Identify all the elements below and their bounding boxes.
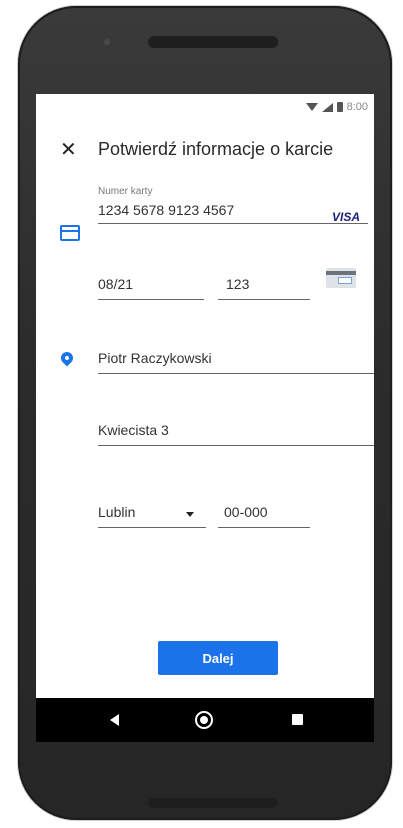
- name-underline: [98, 373, 374, 374]
- card-number-field[interactable]: Numer karty 1234 5678 9123 4567: [98, 186, 368, 224]
- page-title: Potwierdź informacje o karcie: [98, 139, 334, 159]
- close-icon[interactable]: ✕: [60, 140, 77, 160]
- home-icon[interactable]: [195, 711, 213, 729]
- cvc-field[interactable]: 123: [218, 276, 310, 300]
- street-field[interactable]: Kwiecista 3: [98, 422, 374, 446]
- visa-logo: VISA: [331, 210, 360, 224]
- screen: 8:00 ✕ Potwierdź informacje o karcie Num…: [36, 94, 374, 742]
- street-value: Kwiecista 3: [98, 422, 169, 438]
- location-pin-icon: [58, 349, 76, 367]
- card-number-value: 1234 5678 9123 4567: [98, 202, 235, 218]
- top-speaker: [148, 36, 278, 48]
- city-underline: [98, 527, 206, 528]
- chevron-down-icon[interactable]: [186, 512, 194, 517]
- name-field[interactable]: Piotr Raczykowski: [98, 350, 374, 374]
- postal-code-value: 00-000: [224, 504, 268, 520]
- recent-apps-icon[interactable]: [292, 714, 303, 725]
- cvc-value: 123: [226, 276, 250, 292]
- cvc-card-icon: [326, 268, 356, 288]
- status-time: 8:00: [346, 101, 368, 113]
- postal-code-underline: [218, 527, 310, 528]
- wifi-icon: [305, 103, 318, 111]
- phone-frame: 8:00 ✕ Potwierdź informacje o karcie Num…: [18, 6, 392, 820]
- next-button[interactable]: Dalej: [158, 641, 278, 675]
- postal-code-field[interactable]: 00-000: [218, 504, 310, 528]
- card-number-underline: [98, 223, 368, 224]
- back-icon[interactable]: [110, 714, 119, 726]
- bottom-speaker: [148, 798, 278, 808]
- expiry-field[interactable]: 08/21: [98, 276, 204, 300]
- street-underline: [98, 445, 374, 446]
- battery-icon: [336, 102, 343, 112]
- status-bar: 8:00: [305, 98, 368, 116]
- credit-card-icon: [60, 225, 80, 241]
- cvc-underline: [218, 299, 310, 300]
- name-value: Piotr Raczykowski: [98, 350, 212, 366]
- card-number-label: Numer karty: [98, 186, 153, 197]
- expiry-value: 08/21: [98, 276, 134, 292]
- navigation-bar: [36, 698, 374, 742]
- signal-icon: [321, 102, 333, 112]
- expiry-underline: [98, 299, 204, 300]
- camera: [104, 39, 110, 45]
